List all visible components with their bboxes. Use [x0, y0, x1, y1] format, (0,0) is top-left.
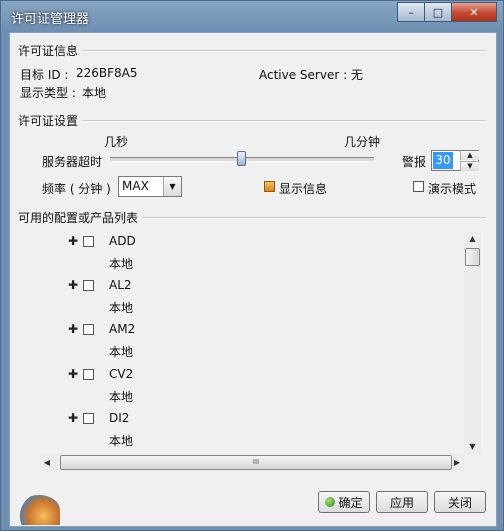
scroll-left-icon[interactable]: ◀	[40, 454, 54, 471]
spin-up-icon[interactable]: ▲	[460, 151, 479, 160]
product-location: 本地	[109, 434, 134, 448]
active-server-text: Active Server : 无	[259, 68, 363, 82]
product-name: AM2	[109, 322, 136, 336]
ok-check-icon	[325, 497, 336, 507]
product-checkbox[interactable]	[83, 280, 94, 291]
maximize-button[interactable]: □	[424, 2, 452, 22]
alert-value[interactable]: 30	[433, 152, 453, 169]
show-info-checkbox[interactable]	[264, 181, 275, 192]
server-timeout-slider-thumb[interactable]	[237, 151, 246, 166]
cancel-button-label: 关闭	[447, 495, 472, 510]
vertical-scrollbar[interactable]: ▲ ▼	[464, 232, 481, 454]
spin-down-icon[interactable]: ▼	[460, 161, 479, 171]
slider-max-label: 几分钟	[344, 135, 381, 149]
show-info-label: 显示信息	[279, 182, 328, 196]
product-checkbox[interactable]	[83, 413, 94, 424]
product-name: ADD	[109, 234, 136, 248]
close-button[interactable]: ✕	[451, 2, 497, 22]
product-list[interactable]: ✚ ADD 本地 ✚ AL2 本地 ✚ AM2 本地 ✚ CV2 本地 ✚ DI…	[19, 229, 484, 475]
globe-logo-icon	[18, 495, 60, 525]
display-type-value: 本地	[82, 86, 107, 100]
product-location: 本地	[109, 345, 134, 359]
slider-min-label: 几秒	[104, 135, 129, 149]
license-manager-window: 许可证管理器 – □ ✕ 许可证信息 目标 ID : 226BF8A5 Acti…	[0, 0, 504, 531]
expand-icon[interactable]: ✚	[68, 234, 78, 248]
window-controls: – □ ✕	[397, 2, 497, 22]
apply-button[interactable]: 应用	[376, 491, 428, 513]
product-name: CV2	[109, 367, 134, 381]
product-name: DI2	[109, 411, 130, 425]
divider	[80, 120, 486, 122]
divider	[80, 50, 486, 52]
expand-icon[interactable]: ✚	[68, 367, 78, 381]
display-type-label: 显示类型 :	[20, 86, 76, 100]
license-info-title: 许可证信息	[18, 42, 83, 59]
frequency-select[interactable]: MAX ▼	[118, 176, 182, 197]
vertical-scroll-thumb[interactable]	[465, 248, 480, 266]
scroll-up-icon[interactable]: ▲	[464, 232, 481, 246]
license-settings-title: 许可证设置	[18, 112, 83, 129]
target-id-label: 目标 ID :	[20, 68, 69, 82]
cancel-button[interactable]: 关闭	[434, 491, 486, 513]
alert-label: 警报	[402, 155, 427, 169]
products-title: 可用的配置或产品列表	[18, 209, 143, 226]
divider	[140, 217, 486, 219]
dialog-body: 许可证信息 目标 ID : 226BF8A5 Active Server : 无…	[9, 32, 497, 527]
frequency-value: MAX	[122, 179, 149, 193]
alert-spinner[interactable]: 30 ▲ ▼	[431, 150, 479, 171]
scroll-down-icon[interactable]: ▼	[464, 440, 481, 454]
target-id-value: 226BF8A5	[76, 66, 138, 80]
server-timeout-label: 服务器超时	[42, 155, 103, 169]
expand-icon[interactable]: ✚	[68, 322, 78, 336]
product-location: 本地	[109, 257, 134, 271]
expand-icon[interactable]: ✚	[68, 411, 78, 425]
title-bar[interactable]: 许可证管理器 – □ ✕	[1, 1, 503, 31]
product-location: 本地	[109, 390, 134, 404]
demo-mode-checkbox[interactable]	[413, 181, 424, 192]
window-title: 许可证管理器	[11, 12, 90, 27]
minimize-button[interactable]: –	[397, 2, 425, 22]
apply-button-label: 应用	[389, 495, 414, 510]
product-checkbox[interactable]	[83, 236, 94, 247]
product-name: AL2	[109, 278, 132, 292]
product-checkbox[interactable]	[83, 369, 94, 380]
frequency-label: 频率 ( 分钟 )	[42, 182, 111, 196]
ok-button[interactable]: 确定	[318, 491, 370, 513]
demo-mode-label: 演示模式	[428, 182, 477, 196]
expand-icon[interactable]: ✚	[68, 278, 78, 292]
product-checkbox[interactable]	[83, 324, 94, 335]
chevron-down-icon[interactable]: ▼	[163, 177, 181, 196]
scroll-right-icon[interactable]: ▶	[450, 454, 464, 471]
horizontal-scroll-thumb[interactable]: III	[60, 455, 452, 470]
horizontal-scrollbar[interactable]: ◀ III ▶	[40, 454, 464, 471]
ok-button-label: 确定	[338, 495, 363, 510]
product-location: 本地	[109, 301, 134, 315]
